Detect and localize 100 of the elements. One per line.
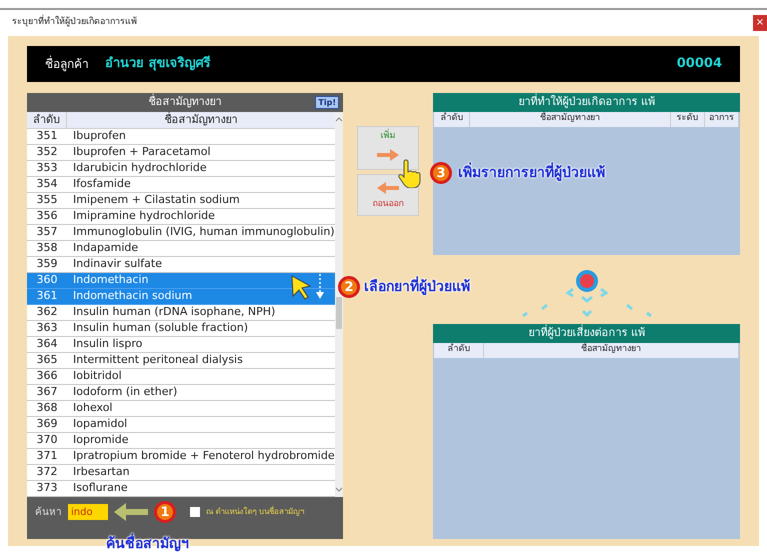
drug-name: Insulin human (rDNA isophane, NPH) bbox=[72, 304, 276, 320]
drug-row[interactable]: 366 Iobitridol bbox=[27, 369, 335, 385]
pointer-cursor-icon bbox=[290, 274, 312, 300]
drug-name: Intermittent peritoneal dialysis bbox=[72, 352, 243, 368]
column-header: ระดับ bbox=[671, 112, 705, 127]
row-number: 361 bbox=[36, 288, 58, 304]
column-header: ชื่อสามัญทางยา bbox=[470, 112, 671, 127]
row-number: 356 bbox=[36, 208, 58, 224]
drug-name: Irbesartan bbox=[72, 464, 130, 480]
checkbox[interactable] bbox=[190, 507, 200, 517]
row-number: 372 bbox=[36, 464, 58, 480]
drug-row[interactable]: 373 Isoflurane bbox=[27, 481, 335, 497]
drug-row[interactable]: 371 Ipratropium bromide + Fenoterol hydrobromide bbox=[27, 449, 335, 465]
drug-row[interactable]: 368 Iohexol bbox=[27, 401, 335, 417]
drug-row[interactable]: 367 Iodoform (in ether) bbox=[27, 385, 335, 401]
drug-row[interactable]: 360 Indomethacin bbox=[27, 273, 335, 289]
drug-name: Indapamide bbox=[72, 240, 138, 256]
callout-text: เลือกยาที่ผู้ป่วยแพ้ bbox=[364, 276, 470, 298]
column-header: อาการ bbox=[705, 112, 739, 127]
column-header: ชื่อสามัญทางยา bbox=[163, 112, 238, 128]
drug-row[interactable]: 364 Insulin lispro bbox=[27, 337, 335, 353]
drug-name: Immunoglobulin (IVIG, human immunoglobulin) bbox=[72, 224, 335, 240]
row-number: 366 bbox=[36, 368, 58, 384]
drug-row[interactable]: 365 Intermittent peritoneal dialysis bbox=[27, 353, 335, 369]
arrow-left-icon bbox=[377, 182, 400, 194]
row-number: 368 bbox=[36, 400, 58, 416]
drug-row[interactable]: 354 Ifosfamide bbox=[27, 177, 335, 193]
drug-name: Ibuprofen + Paracetamol bbox=[72, 144, 211, 160]
column-header: ชื่อสามัญทางยา bbox=[484, 343, 739, 358]
search-field[interactable]: indo bbox=[68, 504, 108, 520]
step-number: 1 bbox=[154, 501, 176, 523]
callout-text: เพิ่มรายการยาที่ผู้ป่วยแพ้ bbox=[458, 162, 605, 184]
drug-name: Indinavir sulfate bbox=[72, 256, 162, 272]
customer-code: 00004 bbox=[676, 55, 722, 74]
drug-name: Iopromide bbox=[72, 432, 128, 448]
window-title: ระบุยาที่ทำให้ผู้ป่วยเกิดอาการแพ้ bbox=[12, 16, 137, 30]
drug-name: Insulin human (soluble fraction) bbox=[72, 320, 248, 336]
row-number: 352 bbox=[36, 144, 58, 160]
row-number: 360 bbox=[36, 272, 58, 288]
row-number: 353 bbox=[36, 160, 58, 176]
row-number: 367 bbox=[36, 384, 58, 400]
drug-name: Imipenem + Cilastatin sodium bbox=[72, 192, 240, 208]
drug-row[interactable]: 355 Imipenem + Cilastatin sodium bbox=[27, 193, 335, 209]
customer-label: ชื่อลูกค้า bbox=[45, 55, 89, 73]
row-number: 358 bbox=[36, 240, 58, 256]
drug-row[interactable]: 356 Imipramine hydrochloride bbox=[27, 209, 335, 225]
scroll-down-icon[interactable] bbox=[334, 487, 343, 492]
drug-row[interactable]: 370 Iopromide bbox=[27, 433, 335, 449]
arrow-right-icon bbox=[377, 148, 400, 160]
drug-name: Idarubicin hydrochloride bbox=[72, 160, 207, 176]
table-title: ยาที่ทำให้ผู้ป่วยเกิดอาการ แพ้ bbox=[518, 94, 655, 110]
row-number: 355 bbox=[36, 192, 58, 208]
drug-row[interactable]: 369 Iopamidol bbox=[27, 417, 335, 433]
row-number: 369 bbox=[36, 416, 58, 432]
down-arrow-icon bbox=[316, 274, 324, 300]
drug-row[interactable]: 358 Indapamide bbox=[27, 241, 335, 257]
search-label: ค้นหา bbox=[35, 506, 62, 520]
drug-row[interactable]: 353 Idarubicin hydrochloride bbox=[27, 161, 335, 177]
drug-row[interactable]: 359 Indinavir sulfate bbox=[27, 257, 335, 273]
drug-name: Indomethacin sodium bbox=[72, 288, 192, 304]
drug-row[interactable]: 361 Indomethacin sodium bbox=[27, 289, 335, 305]
tip-button[interactable]: Tip! bbox=[315, 96, 339, 109]
row-number: 362 bbox=[36, 304, 58, 320]
column-header: ลำดับ bbox=[434, 343, 484, 358]
panel-title: ชื่อสามัญทางยา bbox=[148, 94, 222, 110]
add-button[interactable]: เพิ่ม bbox=[357, 126, 420, 170]
table-title: ยาที่ผู้ป่วยเสี่ยงต่อการ แพ้ bbox=[528, 325, 645, 342]
scroll-up-icon[interactable] bbox=[334, 117, 343, 122]
checkbox-label: ณ ตำแหน่งใดๆ บนชื่อสามัญฯ bbox=[206, 506, 304, 518]
drug-name: Iodoform (in ether) bbox=[72, 384, 178, 400]
drug-row[interactable]: 351 Ibuprofen bbox=[27, 129, 335, 145]
row-number: 363 bbox=[36, 320, 58, 336]
arrow-left-icon bbox=[114, 503, 148, 521]
drug-row[interactable]: 372 Irbesartan bbox=[27, 465, 335, 481]
drug-name: Ibuprofen bbox=[72, 128, 126, 144]
drug-row[interactable]: 362 Insulin human (rDNA isophane, NPH) bbox=[27, 305, 335, 321]
drug-name: Insulin lispro bbox=[72, 336, 142, 352]
column-header: ลำดับ bbox=[27, 112, 67, 128]
close-button[interactable]: × bbox=[753, 15, 767, 31]
row-number: 357 bbox=[36, 224, 58, 240]
drug-name: Isoflurane bbox=[72, 480, 128, 496]
column-header: ลำดับ bbox=[434, 112, 470, 127]
row-number: 364 bbox=[36, 336, 58, 352]
drug-row[interactable]: 352 Ibuprofen + Paracetamol bbox=[27, 145, 335, 161]
drug-row[interactable]: 357 Immunoglobulin (IVIG, human immunoglobulin) bbox=[27, 225, 335, 241]
drug-name: Ipratropium bromide + Fenoterol hydrobromide bbox=[72, 448, 335, 464]
row-number: 351 bbox=[36, 128, 58, 144]
scrollbar-thumb[interactable] bbox=[336, 297, 342, 329]
row-number: 371 bbox=[36, 448, 58, 464]
row-number: 359 bbox=[36, 256, 58, 272]
row-number: 370 bbox=[36, 432, 58, 448]
row-number: 373 bbox=[36, 480, 58, 496]
drug-name: Ifosfamide bbox=[72, 176, 131, 192]
drug-row[interactable]: 363 Insulin human (soluble fraction) bbox=[27, 321, 335, 337]
drug-name: Iohexol bbox=[72, 400, 112, 416]
row-number: 354 bbox=[36, 176, 58, 192]
drug-name: Iopamidol bbox=[72, 416, 128, 432]
drug-name: Imipramine hydrochloride bbox=[72, 208, 215, 224]
drug-name: Iobitridol bbox=[72, 368, 122, 384]
row-number: 365 bbox=[36, 352, 58, 368]
